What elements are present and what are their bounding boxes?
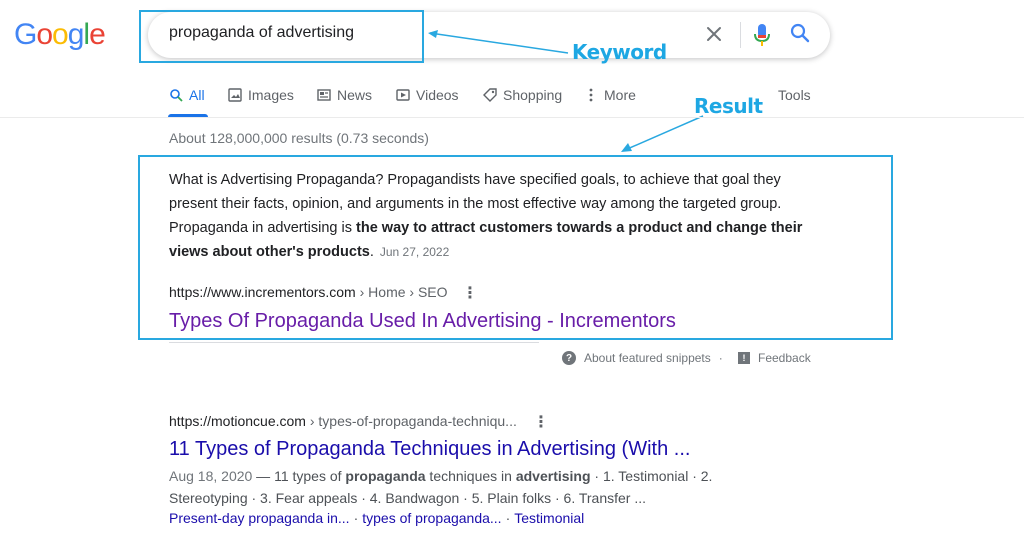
microphone-icon[interactable] (752, 22, 772, 48)
result-stats: About 128,000,000 results (0.73 seconds) (169, 130, 429, 146)
header-divider (0, 117, 1024, 118)
logo-letter: G (14, 18, 37, 51)
feedback-label: Feedback (758, 351, 811, 365)
logo-letter: o (52, 18, 69, 51)
tab-label: More (604, 87, 636, 103)
snippet-date: Jun 27, 2022 (379, 245, 450, 259)
snippet-end-text: . (369, 244, 374, 260)
tab-videos[interactable]: Videos (396, 87, 459, 103)
result-url[interactable]: https://motioncue.com › types-of-propaga… (169, 413, 517, 429)
more-options-icon[interactable]: ⋮ (462, 283, 478, 303)
feedback-icon: ! (738, 352, 750, 364)
tab-label: All (189, 87, 205, 103)
logo-letter: e (89, 18, 106, 51)
help-icon: ? (562, 351, 576, 365)
google-logo[interactable]: Google (14, 18, 106, 52)
tag-icon (483, 88, 497, 102)
tab-label: News (337, 87, 373, 103)
snippet-url[interactable]: https://www.incrementors.com › Home › SE… (169, 284, 448, 300)
result-url-domain: https://motioncue.com (169, 413, 306, 429)
search-icon[interactable] (789, 22, 811, 44)
sitelink[interactable]: Testimonial (514, 510, 584, 526)
result-url-breadcrumb: › types-of-propaganda-techniqu... (305, 413, 517, 429)
more-vertical-icon (589, 88, 593, 102)
tab-label: Shopping (503, 87, 563, 103)
desc-bold: propaganda (345, 468, 426, 484)
tab-label: Tools (778, 87, 811, 103)
keyword-highlight-box (139, 10, 424, 63)
tab-images[interactable]: Images (228, 87, 294, 103)
sitelink-separator: · (353, 510, 359, 526)
result-arrow (621, 115, 704, 152)
search-divider (740, 22, 741, 48)
result-title-link[interactable]: 11 Types of Propaganda Techniques in Adv… (169, 438, 690, 461)
tab-news[interactable]: News (317, 87, 372, 103)
keyword-annotation: Keyword (572, 40, 667, 64)
sitelinks: Present-day propaganda in... · types of pr… (169, 510, 584, 526)
desc-bold: advertising (515, 468, 591, 484)
snippet-url-breadcrumb: › Home › SEO (355, 284, 448, 300)
logo-letter: g (67, 18, 85, 51)
news-icon (317, 89, 331, 101)
sitelink[interactable]: types of propaganda... (362, 510, 501, 526)
logo-letter: o (36, 18, 53, 51)
about-featured-snippets-link[interactable]: ? About featured snippets · (562, 351, 723, 365)
feedback-link[interactable]: ! Feedback (738, 351, 811, 365)
tab-tools[interactable]: Tools (778, 87, 811, 103)
tab-label: Videos (416, 87, 459, 103)
sitelink-separator: · (505, 510, 511, 526)
featured-snippet-text: What is Advertising Propaganda? Propagan… (169, 168, 809, 264)
snippet-divider (169, 342, 539, 343)
desc-text: — 11 types of (252, 468, 346, 484)
snippet-title-link[interactable]: Types Of Propaganda Used In Advertising … (169, 310, 676, 333)
image-icon (228, 88, 242, 102)
video-icon (396, 89, 410, 101)
close-icon[interactable] (704, 24, 724, 44)
result-date: Aug 18, 2020 (169, 468, 253, 484)
sitelink[interactable]: Present-day propaganda in... (169, 510, 350, 526)
result-description: Aug 18, 2020 — 11 types of propaganda te… (169, 465, 729, 509)
tab-label: Images (248, 87, 294, 103)
desc-text: techniques in (425, 468, 516, 484)
tab-all[interactable]: All (169, 87, 205, 103)
footer-separator: · (718, 351, 723, 365)
tab-shopping[interactable]: Shopping (483, 87, 562, 103)
snippet-url-domain: https://www.incrementors.com (169, 284, 356, 300)
search-icon (170, 89, 183, 102)
tab-more[interactable]: More (584, 87, 636, 103)
keyword-arrow (428, 30, 569, 54)
about-snippets-label: About featured snippets (584, 351, 711, 365)
more-options-icon[interactable]: ⋮ (533, 412, 549, 432)
